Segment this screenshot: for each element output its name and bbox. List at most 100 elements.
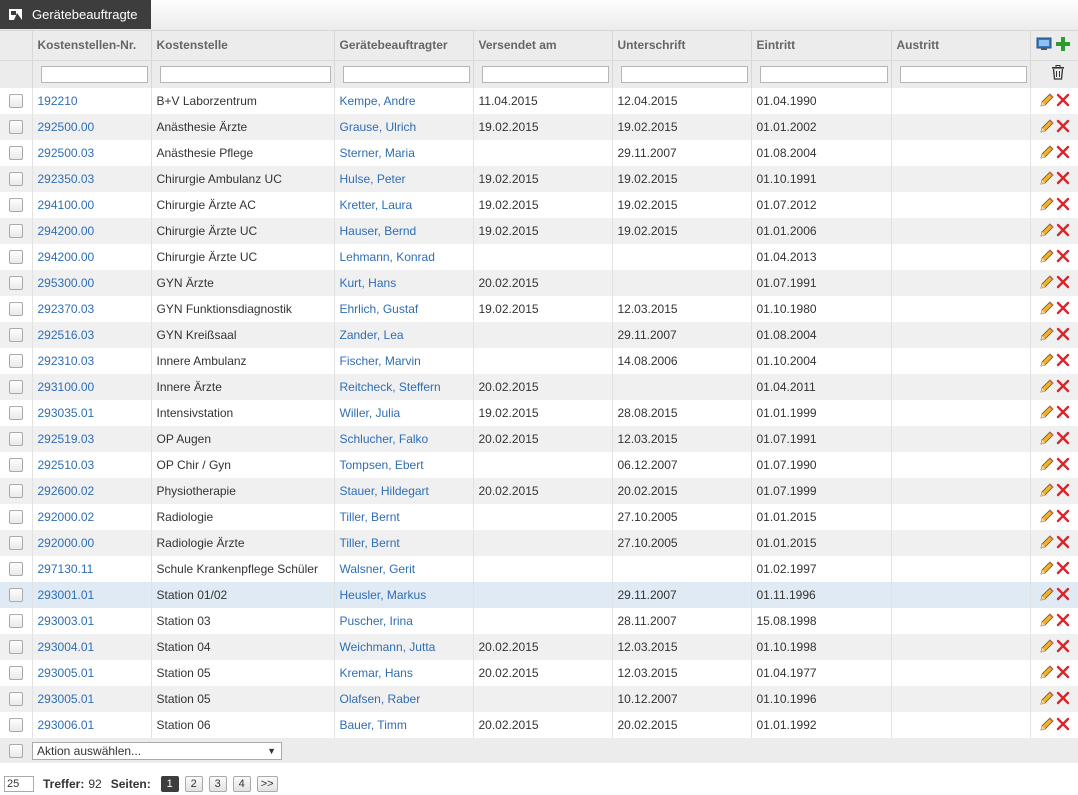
kostenstellen-nr-link[interactable]: 292370.03 [38,302,95,316]
table-row[interactable]: 293100.00 Innere Ärzte Reitcheck, Steffern… [0,374,1078,400]
kostenstellen-nr-link[interactable]: 294100.00 [38,198,95,212]
table-row[interactable]: 293006.01 Station 06 Bauer, Timm 20.02.2015… [0,712,1078,738]
table-row[interactable]: 293001.01 Station 01/02 Heusler, Markus 29.… [0,582,1078,608]
table-row[interactable]: 292516.03 GYN Kreißsaal Zander, Lea 29.11.2… [0,322,1078,348]
edit-pencil-icon[interactable] [1039,456,1055,475]
geraetebeauftragter-link[interactable]: Heusler, Markus [340,588,427,602]
edit-pencil-icon[interactable] [1039,92,1055,111]
delete-x-icon[interactable] [1056,353,1070,370]
edit-pencil-icon[interactable] [1039,560,1055,579]
delete-x-icon[interactable] [1056,613,1070,630]
filter-geraetebeauftragter-input[interactable] [342,65,470,83]
edit-pencil-icon[interactable] [1039,196,1055,215]
next-page-button[interactable]: >> [256,776,278,792]
per-page-input[interactable]: 25 [4,776,34,792]
table-row[interactable]: 294100.00 Chirurgie Ärzte AC Kretter, Laur… [0,192,1078,218]
delete-x-icon[interactable] [1056,379,1070,396]
geraetebeauftragter-link[interactable]: Kempe, Andre [340,94,416,108]
delete-x-icon[interactable] [1056,691,1070,708]
geraetebeauftragter-link[interactable]: Grause, Ulrich [340,120,417,134]
row-checkbox[interactable] [8,718,23,733]
row-checkbox[interactable] [8,536,23,551]
row-checkbox[interactable] [8,354,23,369]
geraetebeauftragter-link[interactable]: Kurt, Hans [340,276,397,290]
delete-x-icon[interactable] [1056,197,1070,214]
edit-pencil-icon[interactable] [1039,222,1055,241]
page-button-3[interactable]: 3 [208,776,227,792]
kostenstellen-nr-link[interactable]: 292000.00 [38,536,95,550]
kostenstellen-nr-link[interactable]: 295300.00 [38,276,95,290]
row-checkbox[interactable] [8,302,23,317]
row-checkbox[interactable] [8,666,23,681]
table-row[interactable]: 295300.00 GYN Ärzte Kurt, Hans 20.02.2015 01… [0,270,1078,296]
row-checkbox[interactable] [8,614,23,629]
delete-x-icon[interactable] [1056,431,1070,448]
header-geraetebeauftragter[interactable]: Gerätebeauftragter [334,31,474,61]
kostenstellen-nr-link[interactable]: 293001.01 [38,588,95,602]
geraetebeauftragter-link[interactable]: Ehrlich, Gustaf [340,302,419,316]
row-checkbox[interactable] [8,562,23,577]
table-row[interactable]: 297130.11 Schule Krankenpflege Schüler Wal… [0,556,1078,582]
table-row[interactable]: 292500.00 Anästhesie Ärzte Grause, Ulrich 1… [0,114,1078,140]
trash-icon[interactable] [1051,65,1065,83]
delete-x-icon[interactable] [1056,457,1070,474]
header-austritt[interactable]: Austritt [891,31,1031,61]
geraetebeauftragter-link[interactable]: Tiller, Bernt [340,510,400,524]
kostenstellen-nr-link[interactable]: 294200.00 [38,250,95,264]
table-row[interactable]: 293035.01 Intensivstation Willer, Julia 19.… [0,400,1078,426]
geraetebeauftragter-link[interactable]: Tiller, Bernt [340,536,400,550]
kostenstellen-nr-link[interactable]: 292310.03 [38,354,95,368]
row-checkbox[interactable] [8,224,23,239]
table-row[interactable]: 292310.03 Innere Ambulanz Fischer, Marvin 1… [0,348,1078,374]
header-unterschrift[interactable]: Unterschrift [612,31,752,61]
table-row[interactable]: 292370.03 GYN Funktionsdiagnostik Ehrlich,… [0,296,1078,322]
row-checkbox[interactable] [8,380,23,395]
geraetebeauftragter-link[interactable]: Bauer, Timm [340,718,407,732]
delete-x-icon[interactable] [1056,483,1070,500]
geraetebeauftragter-link[interactable]: Zander, Lea [340,328,404,342]
row-checkbox[interactable] [8,120,23,135]
row-checkbox[interactable] [8,640,23,655]
edit-pencil-icon[interactable] [1039,170,1055,189]
row-checkbox[interactable] [8,432,23,447]
kostenstellen-nr-link[interactable]: 292600.02 [38,484,95,498]
delete-x-icon[interactable] [1056,145,1070,162]
filter-unterschrift-input[interactable] [620,65,748,83]
delete-x-icon[interactable] [1056,535,1070,552]
geraetebeauftragter-link[interactable]: Willer, Julia [340,406,401,420]
delete-x-icon[interactable] [1056,665,1070,682]
page-button-2[interactable]: 2 [184,776,203,792]
table-row[interactable]: 293005.01 Station 05 Olafsen, Raber 10.12.2… [0,686,1078,712]
kostenstellen-nr-link[interactable]: 293100.00 [38,380,95,394]
kostenstellen-nr-link[interactable]: 293005.01 [38,666,95,680]
row-checkbox[interactable] [8,484,23,499]
row-checkbox[interactable] [8,458,23,473]
delete-x-icon[interactable] [1056,405,1070,422]
filter-kostenstellen-nr-input[interactable] [40,65,148,83]
delete-x-icon[interactable] [1056,249,1070,266]
geraetebeauftragter-link[interactable]: Hauser, Bernd [340,224,417,238]
table-row[interactable]: 192210 B+V Laborzentrum Kempe, Andre 11.04.… [0,88,1078,114]
delete-x-icon[interactable] [1056,587,1070,604]
edit-pencil-icon[interactable] [1039,508,1055,527]
geraetebeauftragter-link[interactable]: Reitcheck, Steffern [340,380,441,394]
delete-x-icon[interactable] [1056,561,1070,578]
table-row[interactable]: 292600.02 Physiotherapie Stauer, Hildegart… [0,478,1078,504]
delete-x-icon[interactable] [1056,275,1070,292]
row-checkbox[interactable] [8,406,23,421]
tab-geraetebeauftragte[interactable]: Gerätebeauftragte [0,0,151,29]
kostenstellen-nr-link[interactable]: 293004.01 [38,640,95,654]
edit-pencil-icon[interactable] [1039,248,1055,267]
filter-eintritt-input[interactable] [759,65,888,83]
table-row[interactable]: 292000.00 Radiologie Ärzte Tiller, Bernt 27… [0,530,1078,556]
edit-pencil-icon[interactable] [1039,638,1055,657]
kostenstellen-nr-link[interactable]: 293003.01 [38,614,95,628]
row-checkbox[interactable] [8,692,23,707]
kostenstellen-nr-link[interactable]: 294200.00 [38,224,95,238]
page-button-4[interactable]: 4 [232,776,251,792]
row-checkbox[interactable] [8,172,23,187]
kostenstellen-nr-link[interactable]: 292500.00 [38,120,95,134]
kostenstellen-nr-link[interactable]: 292500.03 [38,146,95,160]
edit-pencil-icon[interactable] [1039,352,1055,371]
delete-x-icon[interactable] [1056,509,1070,526]
